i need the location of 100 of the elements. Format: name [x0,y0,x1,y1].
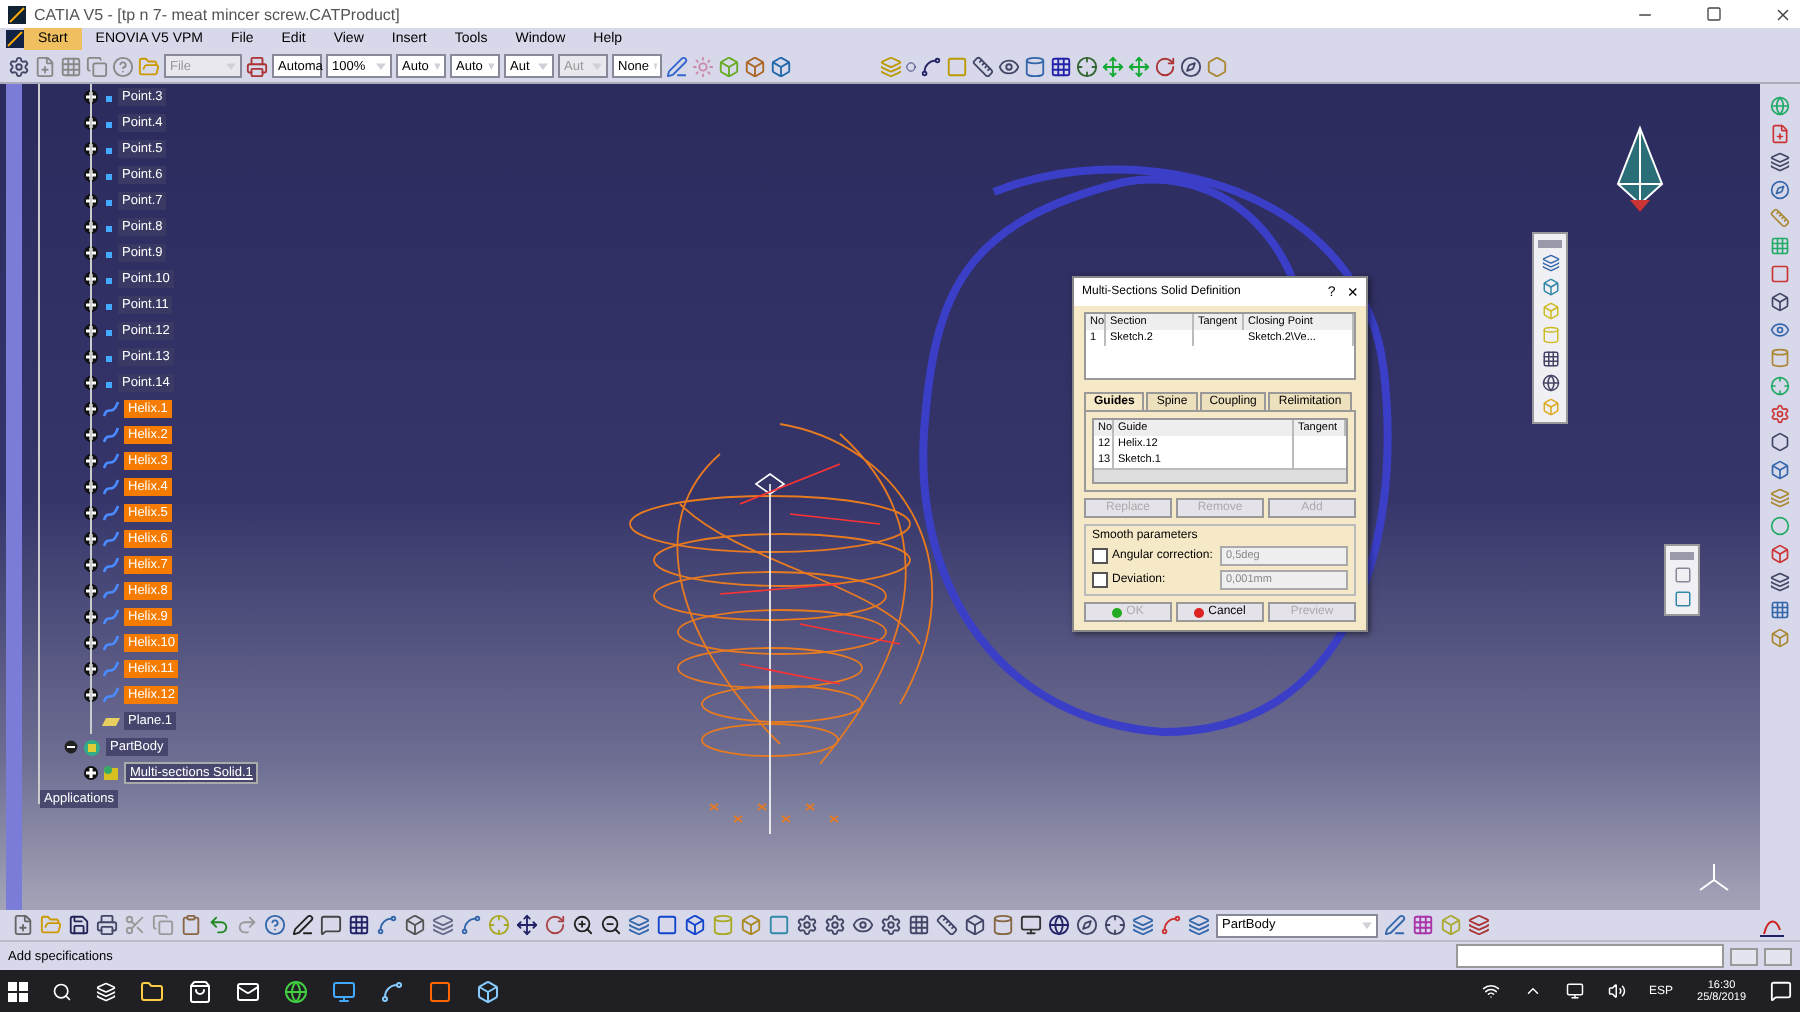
scrollbar[interactable] [1094,468,1346,482]
expander-icon[interactable] [84,376,98,390]
curve-icon[interactable] [380,979,404,1003]
layers-icon[interactable] [1188,914,1210,936]
new-file-icon[interactable] [12,914,34,936]
expander-icon[interactable] [84,506,98,520]
scrollbar[interactable] [6,84,22,910]
clipboard-icon[interactable] [180,914,202,936]
box-icon[interactable] [744,55,766,77]
comment-icon[interactable] [320,914,342,936]
expander-icon[interactable] [84,480,98,494]
layers-icon[interactable] [1468,914,1490,936]
expander-icon[interactable] [84,116,98,130]
expander-icon[interactable] [84,324,98,338]
volume-icon[interactable] [1607,982,1626,1000]
app-icon[interactable] [428,979,452,1003]
square-icon[interactable] [768,914,790,936]
mail-icon[interactable] [236,979,260,1003]
copy-icon[interactable] [86,55,108,77]
expander-icon[interactable] [84,90,98,104]
grid-icon[interactable] [1412,914,1434,936]
layers-icon[interactable] [432,914,454,936]
expander-icon[interactable] [84,454,98,468]
box-icon[interactable] [1770,460,1790,480]
eye-icon[interactable] [852,914,874,936]
notification-icon[interactable] [1770,980,1792,1002]
ruler-icon[interactable] [972,55,994,77]
box-icon[interactable] [964,914,986,936]
rotate-icon[interactable] [1154,55,1176,77]
expander-icon[interactable] [84,688,98,702]
layers-icon[interactable] [1770,152,1790,172]
compass-icon[interactable] [1614,124,1666,216]
sphere-icon[interactable] [1541,374,1559,392]
command-field[interactable] [1456,944,1724,968]
gear-icon[interactable] [880,914,902,936]
expander-icon[interactable] [64,740,78,754]
undo-icon[interactable] [208,914,230,936]
box-icon[interactable] [1770,544,1790,564]
expander-icon[interactable] [84,662,98,676]
square-icon[interactable] [1673,590,1691,608]
square-icon[interactable] [656,914,678,936]
eye-icon[interactable] [998,55,1020,77]
ruler-icon[interactable] [936,914,958,936]
grid-icon[interactable] [1770,600,1790,620]
hexagon-icon[interactable] [1770,432,1790,452]
crosshair-icon[interactable] [1076,55,1098,77]
monitor-icon[interactable] [1020,914,1042,936]
expander-icon[interactable] [84,168,98,182]
rotate-icon[interactable] [544,914,566,936]
box-icon[interactable] [404,914,426,936]
box-icon[interactable] [770,55,792,77]
search-icon[interactable] [52,981,72,1001]
eye-icon[interactable] [1770,320,1790,340]
cylinder-icon[interactable] [992,914,1014,936]
curve-icon[interactable] [460,914,482,936]
grid-icon[interactable] [1541,350,1559,368]
expander-icon[interactable] [84,584,98,598]
table-icon[interactable] [348,914,370,936]
layers-icon[interactable] [1541,254,1559,272]
close-icon[interactable] [1774,5,1792,23]
file-icon[interactable] [1770,124,1790,144]
help-icon[interactable] [112,55,134,77]
expander-icon[interactable] [84,142,98,156]
browser-icon[interactable] [284,979,308,1003]
expander-icon[interactable] [84,428,98,442]
gear-icon[interactable] [1770,404,1790,424]
box-icon[interactable] [1541,278,1559,296]
layers-icon[interactable] [1770,572,1790,592]
grid-icon[interactable] [908,914,930,936]
gear-icon[interactable] [796,914,818,936]
square-icon[interactable] [1673,566,1691,584]
pan-icon[interactable] [516,914,538,936]
box-icon[interactable] [1770,292,1790,312]
compass-icon[interactable] [1180,55,1202,77]
zoom-in-icon[interactable] [572,914,594,936]
expander-icon[interactable] [84,610,98,624]
square-icon[interactable] [1770,264,1790,284]
gear-icon[interactable] [8,55,30,77]
app-icon[interactable] [476,979,500,1003]
expander-icon[interactable] [84,220,98,234]
expander-icon[interactable] [84,350,98,364]
cube-icon[interactable] [684,914,706,936]
expander-icon[interactable] [84,766,98,780]
expander-icon[interactable] [84,636,98,650]
maximize-icon[interactable] [1706,6,1722,22]
expander-icon[interactable] [84,194,98,208]
expander-icon[interactable] [84,272,98,286]
close-button[interactable]: × [1347,282,1358,302]
layers-icon[interactable] [1132,914,1154,936]
printer-icon[interactable] [246,55,268,77]
cylinder-icon[interactable] [1024,55,1046,77]
printer-icon[interactable] [96,914,118,936]
save-icon[interactable] [68,914,90,936]
shopping-bag-icon[interactable] [188,979,212,1003]
monitor-icon[interactable] [332,979,356,1003]
compass-icon[interactable] [1076,914,1098,936]
help-icon[interactable] [264,914,286,936]
zoom-out-icon[interactable] [600,914,622,936]
windows-icon[interactable] [8,981,28,1001]
pencil-icon[interactable] [1384,914,1406,936]
